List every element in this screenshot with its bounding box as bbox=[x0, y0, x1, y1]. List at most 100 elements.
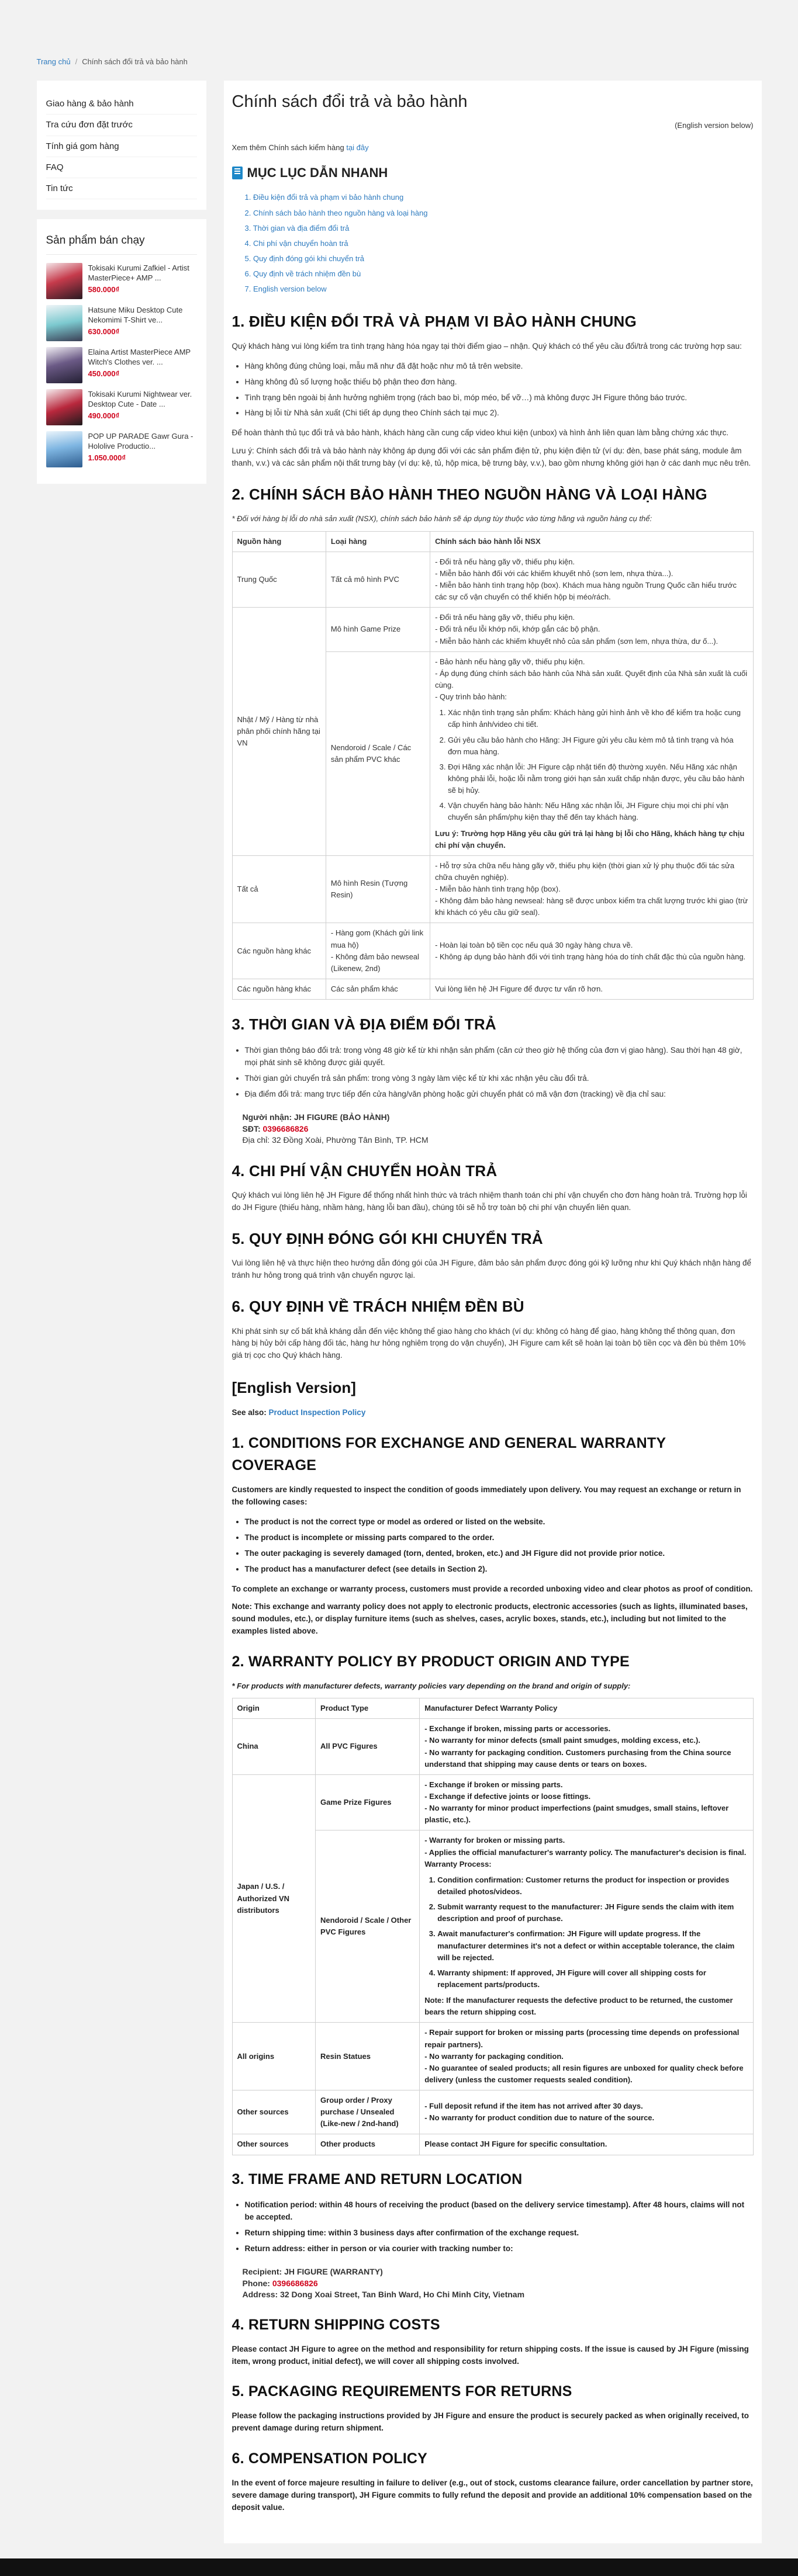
section-note: Note: This exchange and warranty policy … bbox=[232, 1602, 748, 1636]
policy-line: - Đổi trả nếu hàng gãy vỡ, thiếu phụ kiệ… bbox=[435, 557, 575, 566]
product-price: 630.000₫ bbox=[88, 327, 120, 336]
table-cell: - Full deposit refund if the item has no… bbox=[419, 2090, 754, 2135]
section-heading: 5. QUY ĐỊNH ĐÓNG GÓI KHI CHUYỂN TRẢ bbox=[232, 1230, 543, 1248]
sidebar-item-news[interactable]: Tin tức bbox=[46, 178, 197, 200]
section-paragraph: In the event of force majeure resulting … bbox=[232, 2478, 753, 2512]
table-cell: Các sản phẩm khác bbox=[325, 979, 431, 1000]
policy-line: Warranty Process: bbox=[424, 1859, 492, 1868]
product-name[interactable]: Tokisaki Kurumi Zafkiel - Artist MasterP… bbox=[88, 263, 197, 283]
see-more-text: Xem thêm Chính sách kiểm hàng bbox=[232, 143, 344, 152]
phone-number[interactable]: 0396686826 bbox=[272, 2279, 318, 2288]
condition-list: Hàng không đúng chủng loại, mẫu mã như đ… bbox=[232, 359, 754, 422]
warranty-steps: Condition confirmation: Customer returns… bbox=[424, 1873, 748, 1992]
list-item: Tình trạng bên ngoài bị ảnh hưởng nghiêm… bbox=[245, 390, 754, 406]
list-item: Địa điểm đổi trả: mang trực tiếp đến cửa… bbox=[245, 1087, 754, 1102]
table-cell: All origins bbox=[232, 2022, 316, 2091]
product-name[interactable]: Tokisaki Kurumi Nightwear ver. Desktop C… bbox=[88, 389, 197, 410]
policy-line: - Exchange if defective joints or loose … bbox=[424, 1791, 591, 1801]
policy-line: - Bảo hành nếu hàng gãy vỡ, thiếu phụ ki… bbox=[435, 657, 585, 666]
warranty-table: Nguồn hàng Loại hàng Chính sách bảo hành… bbox=[232, 531, 754, 1000]
section-paragraph: Please follow the packaging instructions… bbox=[232, 2411, 749, 2433]
product-thumbnail[interactable] bbox=[46, 304, 82, 341]
bestsellers-title: Sản phẩm bán chạy bbox=[46, 232, 197, 255]
product-thumbnail[interactable] bbox=[46, 346, 82, 383]
inspection-policy-link[interactable]: tại đây bbox=[346, 143, 368, 152]
sidebar-item-preorder-lookup[interactable]: Tra cứu đơn đặt trước bbox=[46, 115, 197, 136]
product-name[interactable]: POP UP PARADE Gawr Gura - Hololive Produ… bbox=[88, 431, 197, 452]
table-cell: Nendoroid / Scale / Other PVC Figures bbox=[315, 1830, 420, 2023]
product-card[interactable]: Hatsune Miku Desktop Cute Nekomimi T-Shi… bbox=[46, 304, 197, 341]
table-header: Product Type bbox=[315, 1698, 420, 1719]
table-row: Other sources Other products Please cont… bbox=[232, 2134, 754, 2155]
section-note: * For products with manufacturer defects… bbox=[232, 1681, 631, 1690]
table-row: Tất cả Mô hình Resin (Tượng Resin) - Hỗ … bbox=[232, 855, 754, 924]
product-thumbnail[interactable] bbox=[46, 262, 82, 299]
toc-item[interactable]: 3. Thời gian và địa điểm đổi trả bbox=[245, 221, 754, 236]
condition-list: The product is not the correct type or m… bbox=[232, 1514, 754, 1578]
breadcrumb-separator: / bbox=[75, 57, 78, 66]
sidebar-item-shipping[interactable]: Giao hàng & bảo hành bbox=[46, 93, 197, 115]
table-cell: Nendoroid / Scale / Các sản phẩm PVC khá… bbox=[325, 651, 431, 856]
phone-label: Phone: bbox=[242, 2278, 270, 2288]
table-header-row: Origin Product Type Manufacturer Defect … bbox=[232, 1698, 754, 1719]
toc-item[interactable]: 5. Quy định đóng gói khi chuyển trả bbox=[245, 251, 754, 266]
table-header-row: Nguồn hàng Loại hàng Chính sách bảo hành… bbox=[232, 531, 754, 552]
product-name[interactable]: Elaina Artist MasterPiece AMP Witch's Cl… bbox=[88, 347, 197, 367]
table-cell: Please contact JH Figure for specific co… bbox=[419, 2134, 754, 2155]
return-address: Người nhận: JH FIGURE (BẢO HÀNH) SĐT: 03… bbox=[243, 1112, 754, 1146]
table-row: China All PVC Figures - Exchange if brok… bbox=[232, 1718, 754, 1775]
sidebar-menu: Giao hàng & bảo hành Tra cứu đơn đặt trư… bbox=[46, 93, 197, 200]
english-version-heading: [English Version] bbox=[232, 1379, 356, 1397]
policy-note: Lưu ý: Trường hợp Hãng yêu cầu gửi trả l… bbox=[435, 828, 745, 850]
product-card[interactable]: Tokisaki Kurumi Zafkiel - Artist MasterP… bbox=[46, 262, 197, 299]
policy-note: Note: If the manufacturer requests the d… bbox=[424, 1996, 733, 2017]
toc-item[interactable]: 2. Chính sách bảo hành theo nguồn hàng v… bbox=[245, 206, 754, 221]
product-name[interactable]: Hatsune Miku Desktop Cute Nekomimi T-Shi… bbox=[88, 305, 197, 325]
sidebar-menu-box: Giao hàng & bảo hành Tra cứu đơn đặt trư… bbox=[36, 81, 206, 210]
section-heading: 4. CHI PHÍ VẬN CHUYỂN HOÀN TRẢ bbox=[232, 1162, 498, 1180]
sidebar-item-bulk-price[interactable]: Tính giá gom hàng bbox=[46, 136, 197, 157]
policy-line: - Full deposit refund if the item has no… bbox=[424, 2102, 643, 2111]
sidebar-item-faq[interactable]: FAQ bbox=[46, 157, 197, 179]
return-address: Recipient: JH FIGURE (WARRANTY) Phone: 0… bbox=[243, 2266, 754, 2301]
table-cell: - Hàng gom (Khách gửi link mua hộ) - Khô… bbox=[325, 923, 431, 980]
table-cell: Nhật / Mỹ / Hàng từ nhà phân phối chính … bbox=[232, 607, 326, 856]
product-card[interactable]: Tokisaki Kurumi Nightwear ver. Desktop C… bbox=[46, 389, 197, 425]
table-cell: Tất cả mô hình PVC bbox=[325, 551, 431, 608]
toc-item[interactable]: 1. Điều kiện đổi trả và phạm vi bảo hành… bbox=[245, 190, 754, 205]
table-cell: - Hoàn lại toàn bộ tiền cọc nếu quá 30 n… bbox=[430, 923, 754, 980]
policy-line: - Repair support for broken or missing p… bbox=[424, 2028, 740, 2049]
table-cell: China bbox=[232, 1718, 316, 1775]
policy-line: - Quy trình bảo hành: bbox=[435, 692, 507, 702]
table-cell: Game Prize Figures bbox=[315, 1774, 420, 1831]
product-inspection-link[interactable]: Product Inspection Policy bbox=[269, 1408, 366, 1417]
page-title: Chính sách đổi trả và bảo hành bbox=[232, 92, 468, 112]
vietnamese-policy: 1. ĐIỀU KIỆN ĐỔI TRẢ VÀ PHẠM VI BẢO HÀNH… bbox=[232, 310, 754, 1362]
policy-line: - Exchange if broken or missing parts. bbox=[424, 1780, 563, 1789]
product-price: 580.000₫ bbox=[88, 285, 120, 294]
warranty-step: Submit warranty request to the manufactu… bbox=[437, 1899, 748, 1926]
phone-number[interactable]: 0396686826 bbox=[263, 1124, 309, 1133]
policy-line: - Không áp dụng bảo hành đối với tình tr… bbox=[435, 952, 746, 961]
breadcrumb-home-link[interactable]: Trang chủ bbox=[37, 57, 71, 66]
product-thumbnail[interactable] bbox=[46, 431, 82, 467]
toc-heading: MỤC LỤC DẪN NHANH bbox=[232, 163, 754, 183]
toc-item[interactable]: 6. Quy định về trách nhiệm đền bù bbox=[245, 266, 754, 282]
warranty-step: Đợi Hãng xác nhận lỗi: JH Figure cập nhậ… bbox=[448, 760, 748, 798]
table-cell: Other sources bbox=[232, 2134, 316, 2155]
product-card[interactable]: Elaina Artist MasterPiece AMP Witch's Cl… bbox=[46, 346, 197, 383]
see-also-label: See also: bbox=[232, 1407, 267, 1417]
product-card[interactable]: POP UP PARADE Gawr Gura - Hololive Produ… bbox=[46, 431, 197, 467]
section-paragraph: Khi phát sinh sự cố bất khả kháng dẫn đế… bbox=[232, 1326, 746, 1360]
toc-item[interactable]: 7. English version below bbox=[245, 282, 754, 297]
section-heading: 1. CONDITIONS FOR EXCHANGE AND GENERAL W… bbox=[232, 1434, 666, 1474]
return-time-list: Thời gian thông báo đổi trả: trong vòng … bbox=[232, 1043, 754, 1102]
recipient-address: Address: 32 Dong Xoai Street, Tan Binh W… bbox=[242, 2290, 525, 2300]
product-thumbnail[interactable] bbox=[46, 389, 82, 425]
section-heading: 3. THỜI GIAN VÀ ĐỊA ĐIỂM ĐỔI TRẢ bbox=[232, 1015, 496, 1034]
section-heading: 1. ĐIỀU KIỆN ĐỔI TRẢ VÀ PHẠM VI BẢO HÀNH… bbox=[232, 313, 637, 331]
policy-line: - No warranty for packaging condition. bbox=[424, 2051, 564, 2061]
english-version-note: (English version below) bbox=[675, 121, 754, 130]
toc-item[interactable]: 4. Chi phí vận chuyển hoàn trả bbox=[245, 236, 754, 251]
list-item: Thời gian thông báo đổi trả: trong vòng … bbox=[245, 1043, 754, 1071]
